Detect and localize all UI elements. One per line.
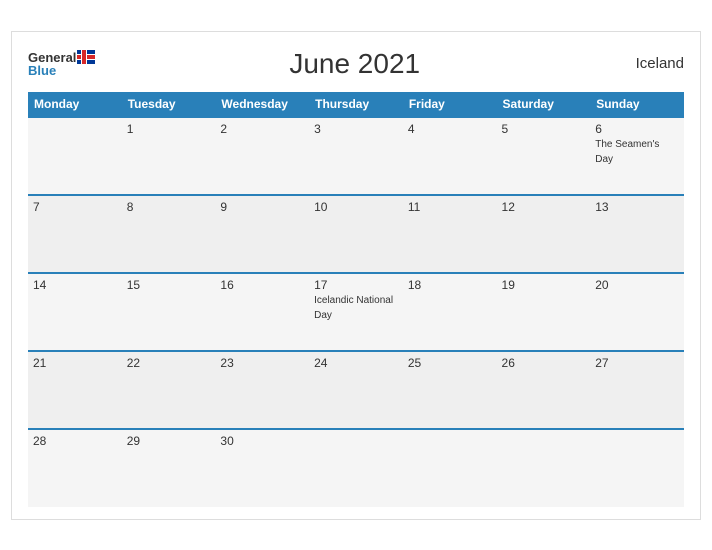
day-number: 14 [33,278,117,292]
table-row: 29 [122,429,216,507]
header-monday: Monday [28,92,122,117]
day-number: 15 [127,278,211,292]
logo: General Blue [28,50,95,77]
table-row [28,117,122,195]
table-row: 22 [122,351,216,429]
day-number: 13 [595,200,679,214]
table-row: 11 [403,195,497,273]
logo-blue-text: Blue [28,64,56,77]
table-row: 16 [215,273,309,351]
table-row [309,429,403,507]
header-tuesday: Tuesday [122,92,216,117]
table-row: 20 [590,273,684,351]
country-label: Iceland [614,55,684,72]
table-row: 27 [590,351,684,429]
table-row [590,429,684,507]
calendar-week-row: 14 15 16 17 Icelandic National Day 18 19 20 [28,273,684,351]
day-number: 28 [33,434,117,448]
table-row: 1 [122,117,216,195]
day-number: 17 [314,278,398,292]
day-number: 30 [220,434,304,448]
header-wednesday: Wednesday [215,92,309,117]
event-label: Icelandic National Day [314,295,393,321]
table-row: 2 [215,117,309,195]
table-row: 25 [403,351,497,429]
calendar-header: General Blue June 2021 Iceland [28,48,684,80]
day-number: 1 [127,122,211,136]
day-number: 23 [220,356,304,370]
table-row: 17 Icelandic National Day [309,273,403,351]
day-number: 4 [408,122,492,136]
table-row: 7 [28,195,122,273]
table-row: 3 [309,117,403,195]
calendar-week-row: 28 29 30 [28,429,684,507]
table-row: 5 [497,117,591,195]
day-number: 5 [502,122,586,136]
table-row: 30 [215,429,309,507]
table-row: 24 [309,351,403,429]
day-number: 21 [33,356,117,370]
day-number: 25 [408,356,492,370]
day-number: 2 [220,122,304,136]
day-number: 18 [408,278,492,292]
header-sunday: Sunday [590,92,684,117]
day-number: 6 [595,122,679,136]
day-number: 22 [127,356,211,370]
calendar-title: June 2021 [95,48,614,80]
table-row: 26 [497,351,591,429]
day-number: 29 [127,434,211,448]
table-row: 12 [497,195,591,273]
day-number: 12 [502,200,586,214]
calendar-week-row: 123456 The Seamen's Day [28,117,684,195]
day-number: 9 [220,200,304,214]
day-number: 8 [127,200,211,214]
day-number: 26 [502,356,586,370]
calendar-table: Monday Tuesday Wednesday Thursday Friday… [28,92,684,507]
day-number: 19 [502,278,586,292]
header-thursday: Thursday [309,92,403,117]
calendar-week-row: 21 22 23 24 25 26 27 [28,351,684,429]
day-number: 27 [595,356,679,370]
day-number: 7 [33,200,117,214]
table-row: 13 [590,195,684,273]
header-saturday: Saturday [497,92,591,117]
day-number: 11 [408,200,492,214]
table-row: 28 [28,429,122,507]
logo-general-text: General [28,51,76,64]
weekday-header-row: Monday Tuesday Wednesday Thursday Friday… [28,92,684,117]
day-number: 24 [314,356,398,370]
table-row: 23 [215,351,309,429]
header-friday: Friday [403,92,497,117]
table-row: 8 [122,195,216,273]
table-row: 4 [403,117,497,195]
table-row [497,429,591,507]
table-row: 19 [497,273,591,351]
table-row: 9 [215,195,309,273]
logo-flag-icon [77,50,95,64]
day-number: 16 [220,278,304,292]
table-row: 21 [28,351,122,429]
calendar-week-row: 789 10 11 12 13 [28,195,684,273]
table-row: 10 [309,195,403,273]
table-row: 14 [28,273,122,351]
day-number: 10 [314,200,398,214]
table-row [403,429,497,507]
table-row: 6 The Seamen's Day [590,117,684,195]
event-label: The Seamen's Day [595,139,659,165]
calendar-container: General Blue June 2021 Iceland [11,31,701,520]
day-number: 3 [314,122,398,136]
day-number: 20 [595,278,679,292]
table-row: 18 [403,273,497,351]
table-row: 15 [122,273,216,351]
